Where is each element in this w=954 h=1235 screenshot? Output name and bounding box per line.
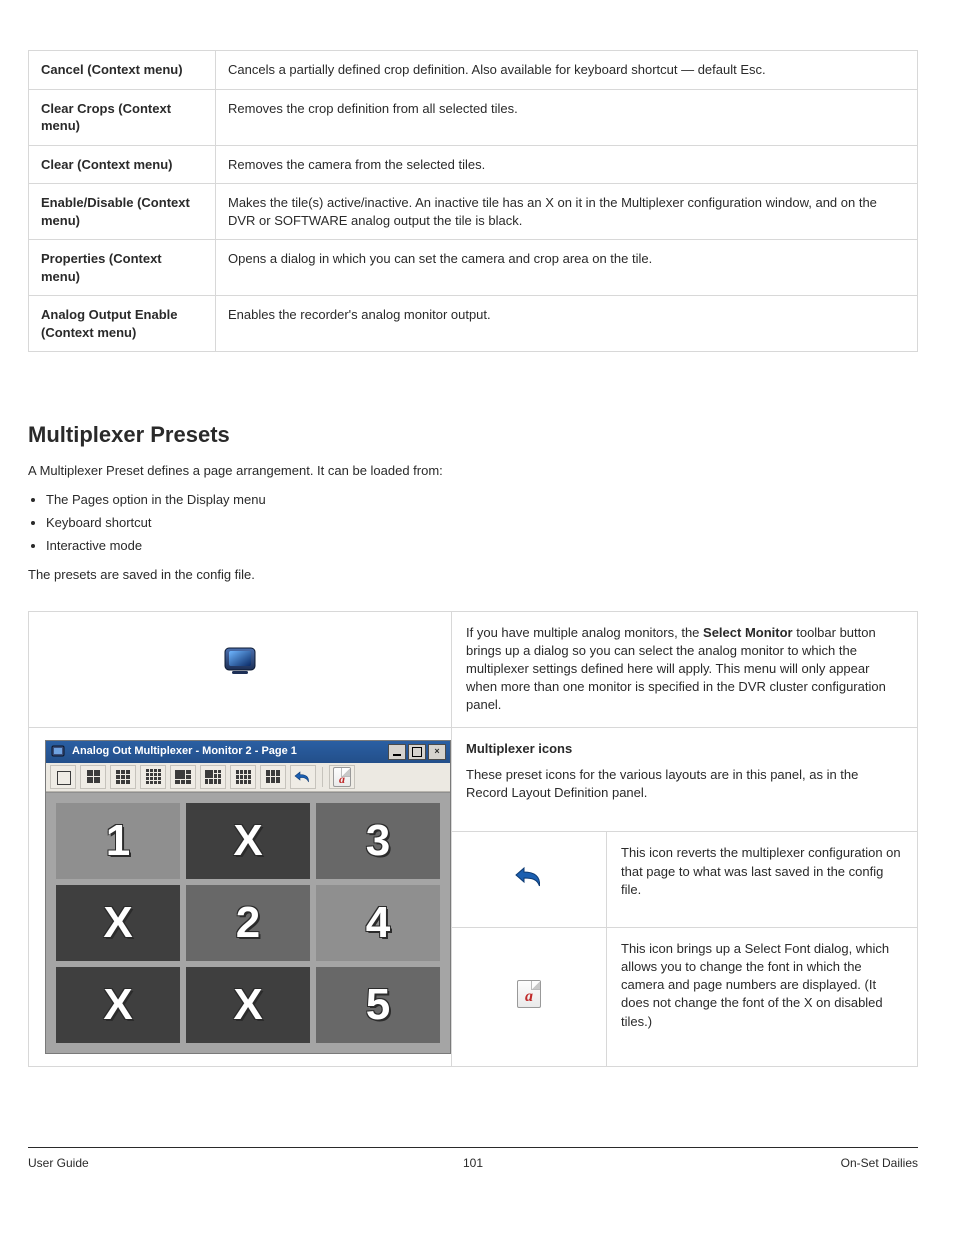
section-intro: A Multiplexer Preset defines a page arra… [28, 462, 918, 481]
layout-4x4-button[interactable] [140, 765, 166, 789]
window-maximize-button[interactable] [408, 744, 426, 760]
multiplexer-tile[interactable]: 3 [316, 803, 440, 879]
multiplexer-tile[interactable]: X [186, 967, 310, 1043]
footer-left: User Guide [28, 1156, 325, 1170]
undo-icon [514, 864, 544, 890]
list-item: Keyboard shortcut [46, 514, 918, 533]
row-description: Removes the crop definition from all sel… [216, 89, 918, 145]
multiplexer-icons-description: Multiplexer icons These preset icons for… [452, 727, 918, 832]
multiplexer-tile[interactable]: 4 [316, 885, 440, 961]
row-label: Properties (Context menu) [29, 240, 216, 296]
section-outro: The presets are saved in the config file… [28, 566, 918, 585]
multiplexer-tile[interactable]: X [186, 803, 310, 879]
layout-1plus5-button[interactable] [200, 765, 226, 789]
section-bullets: The Pages option in the Display menu Keyb… [46, 491, 918, 556]
layout-3x3-button[interactable] [110, 765, 136, 789]
toolbar-font-button[interactable]: a [329, 765, 355, 789]
multiplexer-tile[interactable]: X [56, 967, 180, 1043]
table-row: Enable/Disable (Context menu)Makes the t… [29, 184, 918, 240]
select-monitor-description: If you have multiple analog monitors, th… [452, 611, 918, 727]
row-description: Removes the camera from the selected til… [216, 145, 918, 184]
footer-right: On-Set Dailies [621, 1156, 918, 1170]
footer-page-number: 101 [325, 1156, 622, 1170]
row-description: Opens a dialog in which you can set the … [216, 240, 918, 296]
table-row: Clear Crops (Context menu)Removes the cr… [29, 89, 918, 145]
row-label: Cancel (Context menu) [29, 51, 216, 90]
layout-1plus3-button[interactable] [170, 765, 196, 789]
table-row: Analog Output Enable (Context menu)Enabl… [29, 296, 918, 352]
toolbar-undo-button[interactable] [290, 765, 316, 789]
multiplexer-screenshot-cell: Analog Out Multiplexer - Monitor 2 - Pag… [29, 727, 452, 1066]
layout-3x2-button[interactable] [260, 765, 286, 789]
row-description: Enables the recorder's analog monitor ou… [216, 296, 918, 352]
context-menu-table: Cancel (Context menu)Cancels a partially… [28, 50, 918, 352]
footer-rule [28, 1147, 918, 1148]
multiplexer-presets-table: If you have multiple analog monitors, th… [28, 611, 918, 1067]
row-label: Clear Crops (Context menu) [29, 89, 216, 145]
analog-out-multiplexer-window: Analog Out Multiplexer - Monitor 2 - Pag… [45, 740, 451, 1054]
multiplexer-tile[interactable]: 5 [316, 967, 440, 1043]
list-item: Interactive mode [46, 537, 918, 556]
row-description: Makes the tile(s) active/inactive. An in… [216, 184, 918, 240]
multiplexer-tile[interactable]: X [56, 885, 180, 961]
revert-description: This icon reverts the multiplexer config… [607, 832, 918, 927]
table-row: Properties (Context menu)Opens a dialog … [29, 240, 918, 296]
row-description: Cancels a partially defined crop definit… [216, 51, 918, 90]
row-label: Enable/Disable (Context menu) [29, 184, 216, 240]
multiplexer-tile[interactable]: 2 [186, 885, 310, 961]
layout-2x2-button[interactable] [80, 765, 106, 789]
layout-4x3-button[interactable] [230, 765, 256, 789]
table-row: Cancel (Context menu)Cancels a partially… [29, 51, 918, 90]
font-description: This icon brings up a Select Font dialog… [607, 927, 918, 1066]
multiplexer-tile[interactable]: 1 [56, 803, 180, 879]
app-icon [50, 744, 66, 760]
window-title: Analog Out Multiplexer - Monitor 2 - Pag… [72, 744, 382, 759]
window-minimize-button[interactable] [388, 744, 406, 760]
row-label: Analog Output Enable (Context menu) [29, 296, 216, 352]
select-monitor-icon-cell [29, 611, 452, 727]
page-footer: User Guide 101 On-Set Dailies [28, 1156, 918, 1170]
multiplexer-toolbar: a [46, 763, 450, 792]
multiplexer-tiles: 1X3X24XX5 [46, 792, 450, 1053]
list-item: The Pages option in the Display menu [46, 491, 918, 510]
revert-icon-cell [452, 832, 607, 927]
table-row: Clear (Context menu)Removes the camera f… [29, 145, 918, 184]
font-icon-cell: a [452, 927, 607, 1066]
row-label: Clear (Context menu) [29, 145, 216, 184]
font-icon: a [517, 980, 541, 1008]
window-titlebar: Analog Out Multiplexer - Monitor 2 - Pag… [46, 741, 450, 763]
window-close-button[interactable]: × [428, 744, 446, 760]
monitor-icon [223, 646, 257, 676]
section-title: Multiplexer Presets [28, 422, 918, 448]
layout-1x1-button[interactable] [50, 765, 76, 789]
